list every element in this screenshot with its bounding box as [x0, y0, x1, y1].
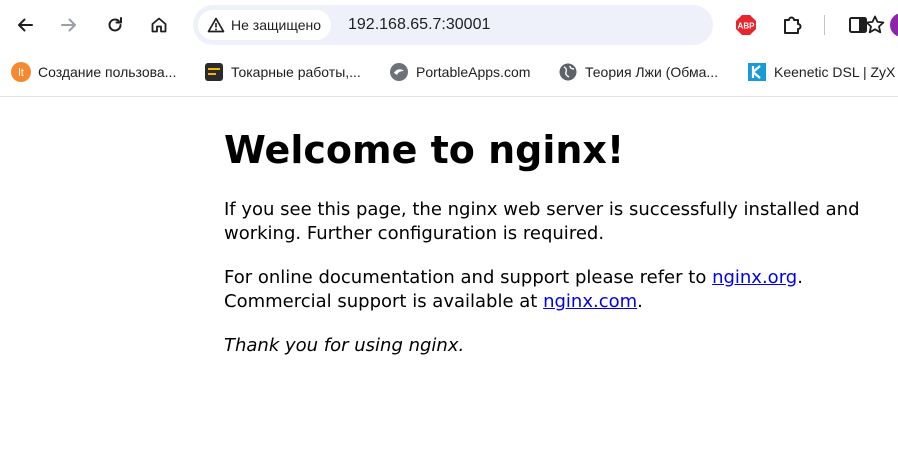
commercial-text: Commercial support is available at [224, 291, 544, 312]
portableapps-icon [389, 62, 409, 82]
security-chip[interactable]: Не защищено [198, 10, 331, 40]
bookmark-item[interactable]: Токарные работы,... [204, 60, 361, 84]
side-panel-icon [849, 17, 867, 33]
bookmark-item[interactable]: Теория Лжи (Обма... [558, 60, 718, 84]
bookmark-label: Keenetic DSL | ZyX [774, 64, 896, 80]
commercial-text-end: . [637, 291, 643, 312]
bookmark-label: PortableApps.com [416, 64, 531, 80]
bookmark-item[interactable]: lt Создание пользова... [11, 60, 176, 84]
svg-text:lt: lt [18, 67, 24, 79]
security-label: Не защищено [231, 17, 321, 33]
bookmark-label: Токарные работы,... [231, 64, 361, 80]
bookmark-item[interactable]: PortableApps.com [389, 60, 530, 84]
intro-paragraph: If you see this page, the nginx web serv… [224, 199, 860, 244]
warning-icon [207, 17, 225, 33]
keenetic-icon [747, 62, 767, 82]
side-panel-button[interactable] [846, 13, 870, 37]
forward-button[interactable] [51, 7, 87, 43]
toolbar-divider [824, 15, 825, 35]
bookmark-item[interactable]: Keenetic DSL | ZyX [747, 60, 895, 84]
nginx-org-link[interactable]: nginx.org [712, 267, 797, 288]
adblock-extension-button[interactable]: ABP [735, 14, 757, 36]
page-content: Welcome to nginx! If you see this page, … [224, 97, 884, 358]
extensions-button[interactable] [780, 12, 806, 38]
back-arrow-icon [18, 18, 33, 32]
address-bar[interactable]: Не защищено 192.168.65.7:30001 [193, 5, 885, 45]
home-icon [151, 17, 167, 33]
bookmarks-bar: lt Создание пользова... Токарные работы,… [0, 57, 898, 87]
docs-paragraph: For online documentation and support ple… [224, 266, 884, 314]
profile-avatar[interactable] [890, 13, 898, 37]
back-button[interactable] [7, 7, 43, 43]
nginx-com-link[interactable]: nginx.com [543, 291, 637, 312]
lathe-icon [204, 62, 224, 82]
docs-text-end: . [797, 267, 803, 288]
reload-button[interactable] [97, 7, 133, 43]
abp-stop-icon: ABP [736, 15, 756, 35]
bookmark-label: Создание пользова... [38, 64, 177, 80]
globe-icon [558, 62, 578, 82]
home-button[interactable] [141, 7, 177, 43]
forward-arrow-icon [61, 18, 76, 32]
page-heading: Welcome to nginx! [224, 128, 625, 172]
svg-text:ABP: ABP [738, 22, 756, 31]
thanks-text: Thank you for using nginx. [224, 335, 465, 356]
bookmark-label: Теория Лжи (Обма... [585, 64, 719, 80]
puzzle-piece-icon [784, 16, 802, 34]
docs-text: For online documentation and support ple… [224, 267, 713, 288]
reload-icon [108, 17, 122, 32]
url-text[interactable]: 192.168.65.7:30001 [348, 15, 490, 35]
lt-orange-icon: lt [11, 62, 31, 82]
browser-toolbar: Не защищено 192.168.65.7:30001 ABP [0, 0, 898, 52]
